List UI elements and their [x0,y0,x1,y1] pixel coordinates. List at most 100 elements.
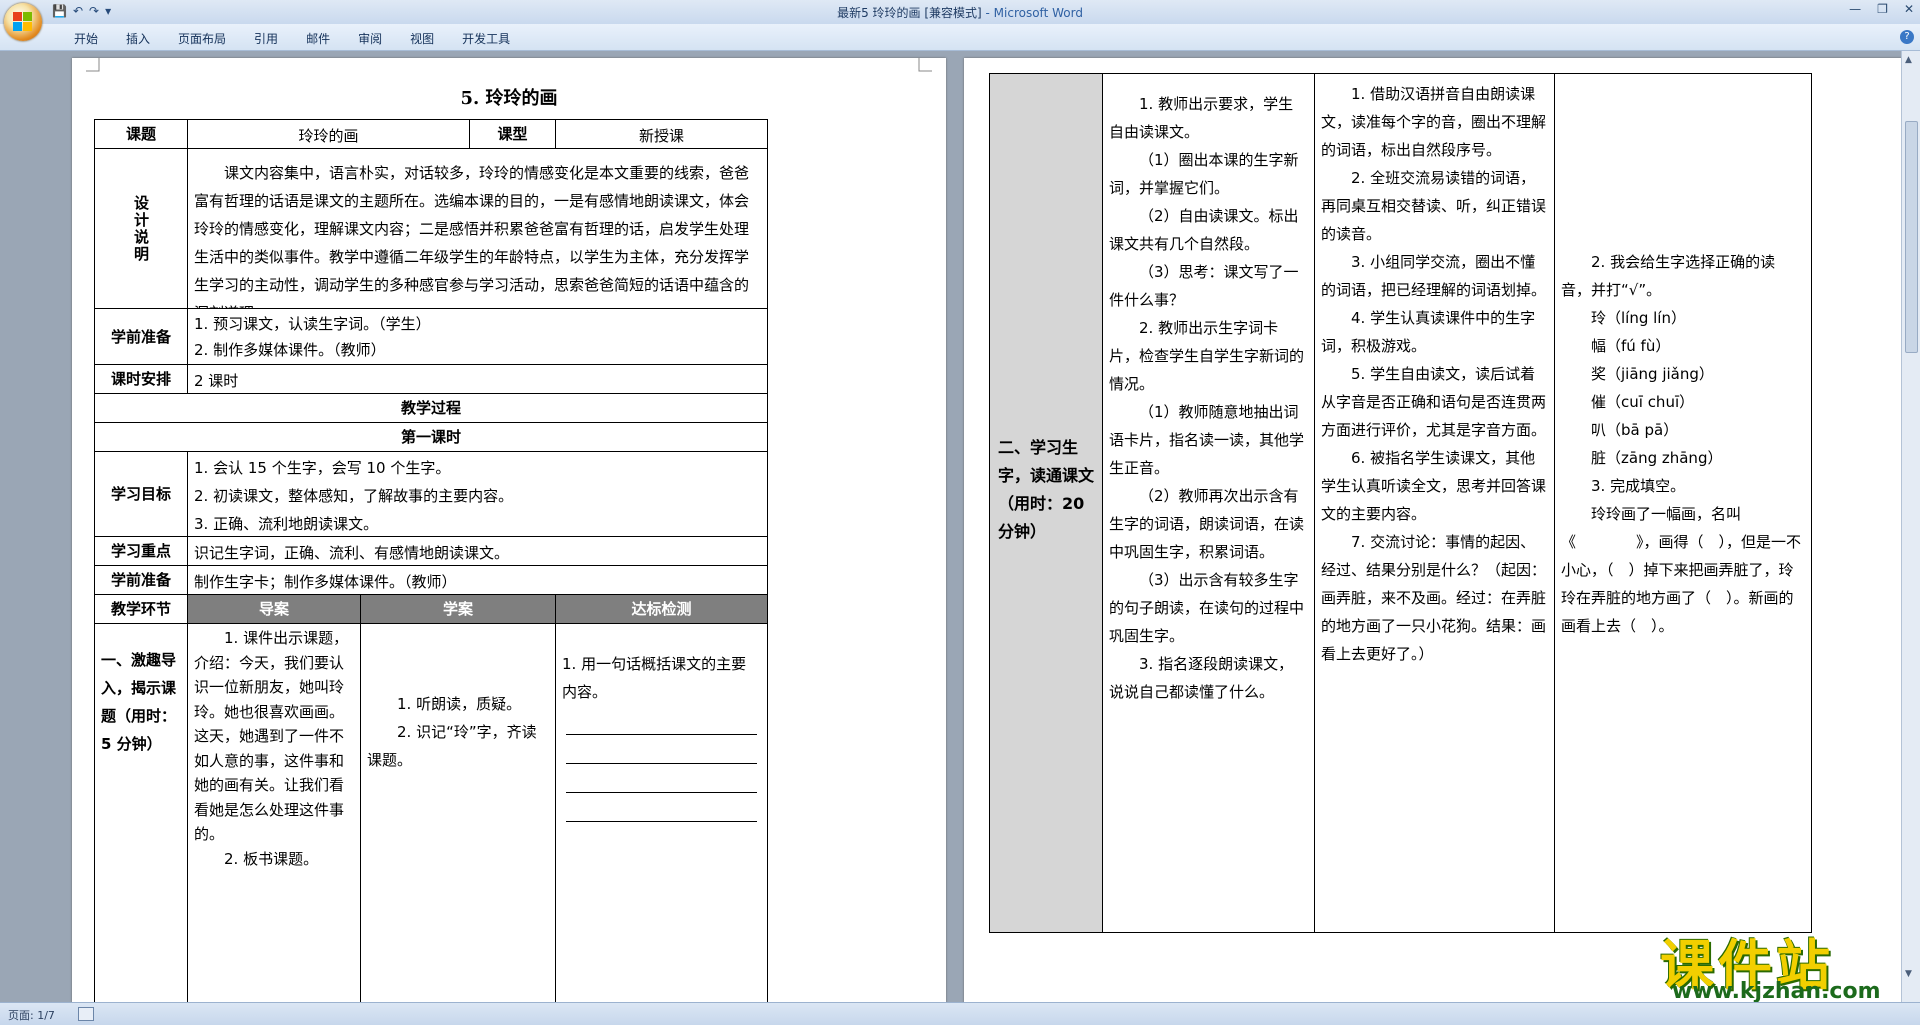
prep2-value: 制作生字卡；制作多媒体课件。（教师） [187,565,768,595]
study-para: 3. 小组同学交流，圈出不懂的词语，把已经理解的词语划掉。 [1321,253,1547,299]
prep2-label: 学前准备 [94,565,188,595]
design-text: 课文内容集中，语言朴实，对话较多，玲玲的情感变化是本文重要的线索，爸爸富有哲理的… [187,148,768,309]
pinyin-choice[interactable]: 幅（fú fù） [1561,332,1805,360]
guide-para: 2. 板书课题。 [224,849,319,868]
pinyin-choice[interactable]: 催（cuī chuī） [1561,388,1805,416]
type-label: 课型 [469,119,556,149]
pinyin-choice[interactable]: 脏（zāng zhāng） [1561,444,1805,472]
stage-col-header: 教学环节 [94,594,188,624]
topic-label: 课题 [94,119,188,149]
guide-para: （3）思考：课文写了一件什么事？ [1109,263,1299,309]
goal-item: 1. 会认 15 个生字，会写 10 个生字。 [194,459,451,477]
prep-list: 1. 预习课文，认读生字词。（学生） 2. 制作多媒体课件。（教师） [187,308,768,365]
guide-para: （2）自由读课文。标出课文共有几个自然段。 [1109,207,1299,253]
office-logo-icon [13,12,33,32]
type-value: 新授课 [555,119,768,149]
stage1-test: 1. 用一句话概括课文的主要内容。 [555,623,768,1003]
help-icon[interactable]: ? [1900,30,1914,44]
guide-para: （2）教师再次出示含有生字的词语，朗读词语，在读中巩固生字，积累词语。 [1109,487,1305,561]
minimize-icon[interactable]: — [1849,2,1861,16]
scroll-down-icon[interactable]: ▼ [1905,969,1912,979]
study-para: 1. 借助汉语拼音自由朗读课文，读准每个字的音，圈出不理解的词语，标出自然段序号… [1321,85,1547,159]
tab-view[interactable]: 视图 [396,30,448,47]
page-corner-mark [86,58,100,72]
document-title: 5. 玲玲的画 [460,88,558,109]
answer-line[interactable] [566,735,757,764]
status-bar: 页面: 1/7 [0,1002,1920,1025]
study-para: 1. 听朗读，质疑。 [397,695,522,713]
scroll-up-icon[interactable]: ▲ [1905,55,1912,65]
proofing-icon[interactable] [78,1007,94,1021]
lesson-heading: 第一课时 [94,422,768,452]
guide-para: 1. 教师出示要求，学生自由读课文。 [1109,95,1294,141]
document-page-2: 二、学习生字，读通课文（用时：20 分钟） 1. 教师出示要求，学生自由读课文。… [964,58,1904,1003]
hours-label: 课时安排 [94,364,188,394]
tab-home[interactable]: 开始 [60,30,112,47]
pinyin-choice[interactable]: 叭（bā pā） [1561,416,1805,444]
goals-label: 学习目标 [94,451,188,537]
study-para: 7. 交流讨论：事情的起因、经过、结果分别是什么？（起因：画弄脏，来不及画。经过… [1321,533,1547,663]
title-bar: 💾 ↶ ↷ ▾ 最新5 玲玲的画 [兼容模式] - Microsoft Word… [0,0,1920,24]
prep-label: 学前准备 [94,308,188,365]
office-button[interactable] [4,3,42,41]
goal-item: 3. 正确、流利地朗读课文。 [194,515,379,533]
prep-item: 1. 预习课文，认读生字词。（学生） [194,315,431,333]
study-para: 6. 被指名学生读课文，其他学生认真听读全文，思考并回答课文的主要内容。 [1321,449,1547,523]
watermark-url: www.kjzhan.com [1672,979,1881,1004]
stage2-guide: 1. 教师出示要求，学生自由读课文。 （1）圈出本课的生字新词，并掌握它们。 （… [1102,73,1315,933]
answer-line[interactable] [566,764,757,793]
focus-value: 识记生字词，正确、流利、有感情地朗读课文。 [187,536,768,566]
stage1-guide: 1. 课件出示课题，介绍：今天，我们要认识一位新朋友，她叫玲玲。她也很喜欢画画。… [187,623,361,1003]
stage1-label: 一、激趣导入，揭示课题（用时：5 分钟） [94,623,188,1003]
stage2-study: 1. 借助汉语拼音自由朗读课文，读准每个字的音，圈出不理解的词语，标出自然段序号… [1314,73,1555,933]
ribbon-tabs: 开始 插入 页面布局 引用 邮件 审阅 视图 开发工具 [60,30,524,47]
ribbon: 开始 插入 页面布局 引用 邮件 审阅 视图 开发工具 ? [0,24,1920,51]
study-para: 5. 学生自由读文，读后试着从字音是否正确和语句是否连贯两方面进行评价，尤其是字… [1321,365,1547,439]
window-controls: — ❐ ✕ [1849,2,1914,16]
topic-value: 玲玲的画 [187,119,470,149]
restore-icon[interactable]: ❐ [1877,2,1888,16]
guide-col-header: 导案 [187,594,361,624]
page-corner-mark [918,58,932,72]
page-indicator[interactable]: 页面: 1/7 [8,1007,55,1023]
tab-developer[interactable]: 开发工具 [448,30,524,47]
test-para: 3. 完成填空。 [1591,477,1686,495]
guide-para: （1）教师随意地抽出词语卡片，指名读一读，其他学生正音。 [1109,403,1305,477]
test-col-header: 达标检测 [555,594,768,624]
guide-para: 2. 教师出示生字词卡片，检查学生自学生字新词的情况。 [1109,319,1305,393]
guide-para: 1. 课件出示课题，介绍：今天，我们要认识一位新朋友，她叫玲玲。她也很喜欢画画。… [194,629,349,843]
stage2-label: 二、学习生字，读通课文（用时：20 分钟） [989,73,1103,933]
design-label: 设计说明 [94,148,188,309]
tab-page-layout[interactable]: 页面布局 [164,30,240,47]
window-title: 最新5 玲玲的画 [兼容模式] - Microsoft Word [0,4,1920,21]
scrollbar-thumb[interactable] [1905,121,1918,353]
tab-insert[interactable]: 插入 [112,30,164,47]
stage2-test: 2. 我会给生字选择正确的读音，并打“√”。 玲（líng lín） 幅（fú … [1554,73,1812,933]
answer-line[interactable] [566,706,757,735]
guide-para: （1）圈出本课的生字新词，并掌握它们。 [1109,151,1299,197]
app-name: - Microsoft Word [981,6,1083,20]
document-name: 最新5 玲玲的画 [兼容模式] [837,6,982,20]
test-para: 1. 用一句话概括课文的主要内容。 [562,655,747,701]
stage1-study: 1. 听朗读，质疑。 2. 识记“玲”字，齐读课题。 [360,623,556,1003]
vertical-scrollbar[interactable]: ▲ ▼ [1901,51,1920,1003]
prep-item: 2. 制作多媒体课件。（教师） [194,341,386,359]
tab-mailings[interactable]: 邮件 [292,30,344,47]
site-watermark: 课件站 www.kjzhan.com [1660,921,1890,1004]
goals-list: 1. 会认 15 个生字，会写 10 个生字。 2. 初读课文，整体感知，了解故… [187,451,768,537]
study-para: 4. 学生认真读课件中的生字词，积极游戏。 [1321,309,1536,355]
guide-para: 3. 指名逐段朗读课文，说说自己都读懂了什么。 [1109,655,1294,701]
document-page-1: 5. 玲玲的画 课题 玲玲的画 课型 新授课 设计说明 课文内容集中，语言朴实，… [72,58,946,1003]
study-col-header: 学案 [360,594,556,624]
focus-label: 学习重点 [94,536,188,566]
answer-line[interactable] [566,793,757,822]
hours-value: 2 课时 [187,364,768,394]
pinyin-choice[interactable]: 奖（jiāng jiǎng） [1561,360,1805,388]
guide-para: （3）出示含有较多生字的句子朗读，在读句的过程中巩固生字。 [1109,571,1305,645]
pinyin-choice[interactable]: 玲（líng lín） [1561,304,1805,332]
fill-blank[interactable]: 玲玲画了一幅画，名叫《 》，画得（ ），但是一不小心，（ ）掉下来把画弄脏了，玲… [1561,500,1805,640]
tab-references[interactable]: 引用 [240,30,292,47]
tab-review[interactable]: 审阅 [344,30,396,47]
close-icon[interactable]: ✕ [1904,2,1914,16]
study-para: 2. 识记“玲”字，齐读课题。 [367,723,537,769]
